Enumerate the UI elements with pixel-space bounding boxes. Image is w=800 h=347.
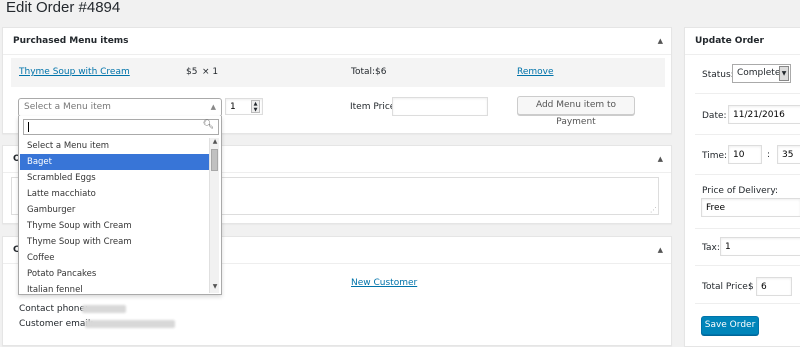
currency-symbol: $ [748, 282, 754, 292]
menu-item-select[interactable]: Select a Menu item ▲ [18, 98, 222, 117]
total-price-input[interactable] [756, 277, 792, 296]
divider [695, 303, 800, 304]
dropdown-option[interactable]: Italian fennel [20, 282, 209, 294]
item-total-label: Total: [351, 67, 376, 77]
dropdown-options: Select a Menu item Baget Scrambled Eggs Lat… [20, 138, 209, 294]
menu-item-select-value: Select a Menu item [24, 102, 111, 112]
chevron-down-icon: ▼ [779, 66, 789, 81]
scroll-thumb[interactable] [211, 149, 218, 171]
date-label: Date: [702, 111, 727, 121]
item-name-link[interactable]: Thyme Soup with Cream [19, 67, 130, 77]
hour-input[interactable] [728, 145, 762, 164]
time-separator: : [767, 150, 771, 160]
caret-up-icon: ▲ [210, 103, 216, 111]
dropdown-option[interactable]: Potato Pancakes [20, 266, 209, 282]
tax-input[interactable] [720, 237, 800, 256]
divider [695, 93, 800, 94]
dropdown-option[interactable]: Baget [20, 154, 209, 170]
item-price: $5 [186, 67, 198, 77]
delivery-price-label: Price of Delivery: [702, 186, 779, 196]
purchased-items-header[interactable]: Purchased Menu items ▲ [3, 28, 671, 55]
divider [695, 228, 800, 229]
dropdown-option[interactable]: Thyme Soup with Cream [20, 218, 209, 234]
new-customer-link[interactable]: New Customer [351, 278, 417, 288]
purchased-items-title: Purchased Menu items [13, 36, 129, 46]
dropdown-scrollbar[interactable]: ▲ ▼ [209, 138, 219, 293]
scroll-up-icon[interactable]: ▲ [210, 138, 220, 148]
dropdown-option[interactable]: Scrambled Eggs [20, 170, 209, 186]
contact-phone-label: Contact phone: [19, 304, 89, 314]
purchased-item-row: Thyme Soup with Cream $5 × 1 Total: $6 R… [11, 58, 665, 87]
item-price-input[interactable] [392, 97, 488, 116]
divider [695, 174, 800, 175]
dropdown-option[interactable]: Thyme Soup with Cream [20, 234, 209, 250]
status-select[interactable]: Complete ▼ [732, 64, 791, 83]
search-icon: 🔍︎ [202, 120, 214, 130]
add-menu-item-button[interactable]: Add Menu item to Payment [517, 96, 635, 127]
dropdown-search-input[interactable]: 🔍︎ [23, 119, 219, 135]
date-input[interactable] [728, 105, 800, 124]
total-price-label: Total Price: [702, 282, 751, 292]
menu-item-dropdown: 🔍︎ Select a Menu item Baget Scrambled Eggs… [18, 116, 222, 295]
update-order-header[interactable]: Update Order [685, 28, 800, 55]
dropdown-option[interactable]: Select a Menu item [20, 138, 209, 154]
dropdown-option[interactable]: Coffee [20, 250, 209, 266]
dropdown-option[interactable]: Gamburger [20, 202, 209, 218]
collapse-up-icon[interactable]: ▲ [658, 146, 663, 173]
status-select-value: Complete [737, 68, 781, 78]
divider [695, 265, 800, 266]
contact-phone-value [82, 305, 126, 313]
item-total-value: $6 [375, 67, 387, 77]
page-title: Edit Order #4894 [6, 0, 121, 16]
stepper-arrows-icon[interactable]: ▲ ▼ [251, 100, 260, 113]
status-label: Status: [702, 70, 734, 80]
customer-email-label: Customer email: [19, 319, 94, 329]
scroll-down-icon[interactable]: ▼ [210, 283, 220, 293]
remove-link[interactable]: Remove [517, 67, 554, 77]
text-cursor [28, 122, 29, 132]
collapse-up-icon[interactable]: ▲ [658, 28, 663, 55]
update-order-title: Update Order [695, 36, 764, 46]
divider [695, 134, 800, 135]
delivery-price-input[interactable] [701, 198, 800, 217]
dropdown-option[interactable]: Latte macchiato [20, 186, 209, 202]
customer-email-value [85, 320, 175, 328]
resize-grip-icon[interactable]: ⋰ [650, 206, 657, 214]
save-order-button[interactable]: Save Order [701, 316, 759, 335]
tax-label: Tax: [702, 243, 720, 253]
item-quantity: × 1 [202, 67, 219, 77]
minute-input[interactable] [777, 145, 800, 164]
time-label: Time: [702, 151, 728, 161]
collapse-up-icon[interactable]: ▲ [658, 237, 663, 264]
